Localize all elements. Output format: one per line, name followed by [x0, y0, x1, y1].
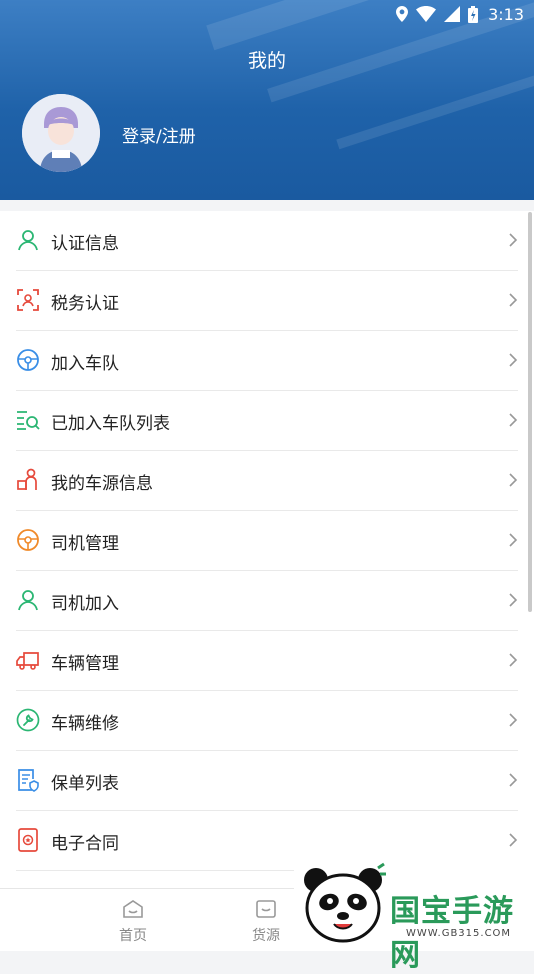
menu-item-policy-list[interactable]: 保单列表 — [0, 751, 534, 811]
menu-item-vehicle-management[interactable]: 车辆管理 — [0, 631, 534, 691]
menu-item-my-vehicle-source[interactable]: 我的车源信息 — [0, 451, 534, 511]
menu-item-label: 车辆维修 — [51, 714, 119, 734]
menu-item-label: 我的车源信息 — [51, 474, 153, 494]
tab-home[interactable]: 首页 — [103, 899, 163, 945]
menu-item-label: 加入车队 — [51, 354, 119, 374]
menu-item-vehicle-repair[interactable]: 车辆维修 — [0, 691, 534, 751]
steering-wheel-icon — [17, 529, 39, 551]
person-icon — [18, 230, 38, 251]
login-register-link[interactable]: 登录/注册 — [122, 122, 196, 147]
signal-icon — [444, 6, 461, 22]
chevron-right-icon — [509, 593, 518, 607]
menu-list: 认证信息 税务认证 加入车队 已加入车队列表 我的车源信息 司机管理 司机加入 — [0, 211, 534, 911]
menu-item-label: 保单列表 — [51, 774, 119, 794]
cargo-person-icon — [17, 468, 37, 490]
person-icon — [18, 590, 38, 611]
cargo-icon — [256, 900, 276, 918]
truck-icon — [16, 652, 39, 670]
wrench-icon — [16, 708, 40, 732]
status-bar: 3:13 — [396, 4, 524, 24]
policy-document-icon — [18, 769, 39, 792]
chevron-right-icon — [509, 353, 518, 367]
chevron-right-icon — [509, 473, 518, 487]
menu-item-label: 车辆管理 — [51, 654, 119, 674]
chevron-right-icon — [509, 653, 518, 667]
chevron-right-icon — [509, 773, 518, 787]
scrollbar[interactable] — [528, 212, 532, 612]
panda-logo-icon — [304, 862, 386, 943]
menu-item-join-fleet[interactable]: 加入车队 — [0, 331, 534, 391]
page-title: 我的 — [247, 50, 286, 72]
chevron-right-icon — [509, 413, 518, 427]
battery-icon — [468, 5, 479, 23]
watermark: 国宝手游网 WWW.GB315.COM — [294, 858, 534, 973]
user-avatar-icon — [22, 94, 100, 172]
menu-item-driver-management[interactable]: 司机管理 — [0, 511, 534, 571]
menu-item-label: 认证信息 — [51, 234, 119, 254]
menu-item-tax-auth[interactable]: 税务认证 — [0, 271, 534, 331]
chevron-right-icon — [509, 233, 518, 247]
menu-item-label: 司机管理 — [51, 534, 119, 554]
watermark-url: WWW.GB315.COM — [406, 928, 512, 939]
tab-cargo[interactable]: 货源 — [236, 899, 296, 945]
menu-item-label: 已加入车队列表 — [51, 414, 170, 434]
face-scan-icon — [17, 289, 39, 311]
tab-label: 货源 — [252, 928, 280, 944]
menu-item-label: 电子合同 — [51, 834, 119, 854]
status-time: 3:13 — [488, 4, 524, 24]
location-icon — [396, 6, 409, 22]
tab-label: 首页 — [119, 928, 147, 944]
chevron-right-icon — [509, 713, 518, 727]
menu-item-label: 税务认证 — [51, 294, 119, 314]
chevron-right-icon — [509, 293, 518, 307]
chevron-right-icon — [509, 533, 518, 547]
chevron-right-icon — [509, 833, 518, 847]
menu-item-driver-join[interactable]: 司机加入 — [0, 571, 534, 631]
profile-header: 3:13 我的 登录/注册 — [0, 0, 534, 200]
menu-item-label: 司机加入 — [51, 594, 119, 614]
steering-wheel-icon — [17, 349, 39, 371]
menu-item-joined-fleet-list[interactable]: 已加入车队列表 — [0, 391, 534, 451]
list-search-icon — [17, 411, 40, 430]
menu-item-auth-info[interactable]: 认证信息 — [0, 211, 534, 271]
avatar[interactable] — [22, 94, 100, 172]
home-icon — [123, 900, 143, 918]
contract-stamp-icon — [18, 828, 38, 852]
wifi-icon — [416, 6, 437, 22]
